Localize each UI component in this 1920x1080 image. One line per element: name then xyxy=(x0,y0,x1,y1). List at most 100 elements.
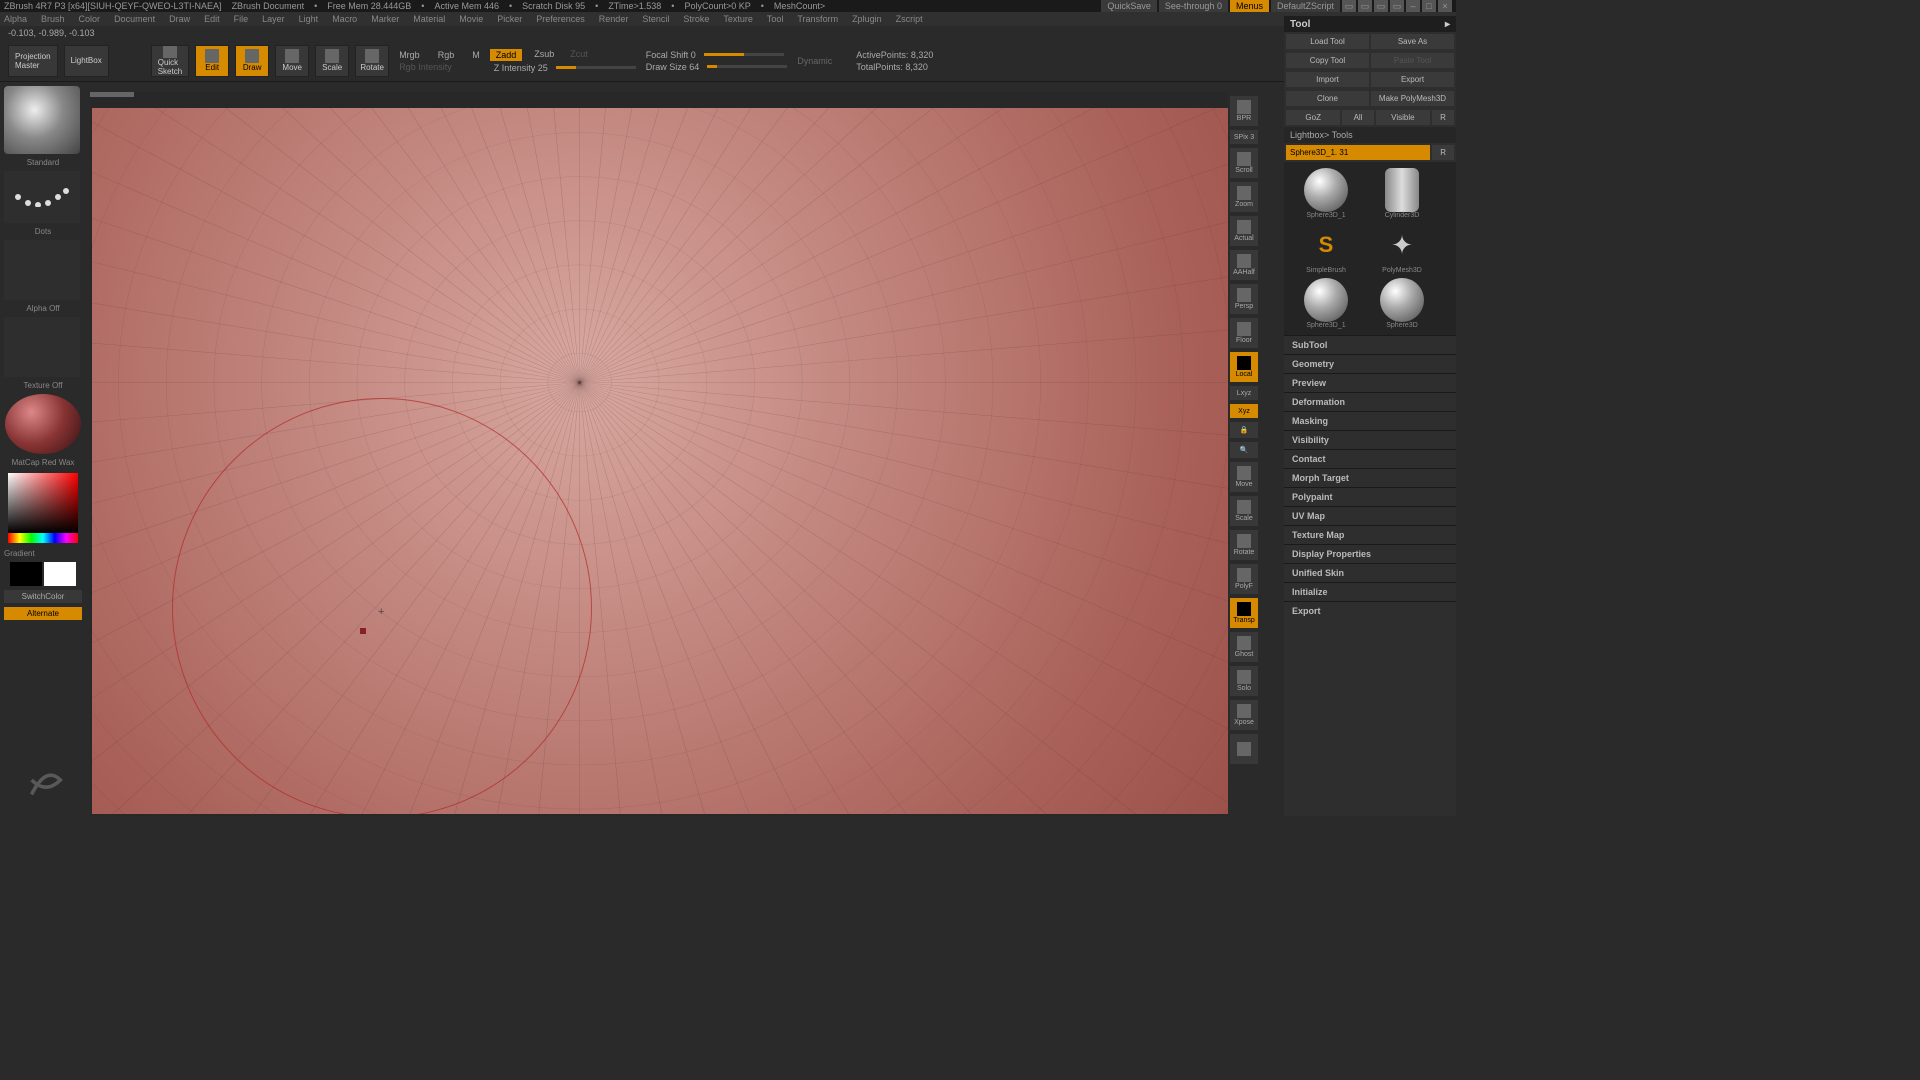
paste-tool-button[interactable]: Paste Tool xyxy=(1371,53,1454,68)
scale-button[interactable]: Scale xyxy=(315,45,349,77)
persp-button[interactable]: Persp xyxy=(1230,284,1258,314)
color-swatch-white[interactable] xyxy=(44,562,76,586)
subsection-initialize[interactable]: Initialize xyxy=(1284,582,1456,601)
close-panel-icon[interactable]: ▸ xyxy=(1445,19,1450,30)
maximize-btn[interactable]: □ xyxy=(1422,0,1436,12)
menu-item[interactable]: Movie xyxy=(459,14,483,24)
menu-item[interactable]: Color xyxy=(79,14,101,24)
focal-shift-slider[interactable]: Focal Shift 0 xyxy=(642,50,700,60)
default-script[interactable]: DefaultZScript xyxy=(1271,0,1340,12)
seethrough-slider[interactable]: See-through 0 xyxy=(1159,0,1228,12)
menu-item[interactable]: Layer xyxy=(262,14,285,24)
subsection-masking[interactable]: Masking xyxy=(1284,411,1456,430)
menu-item[interactable]: Transform xyxy=(797,14,838,24)
xyz-button[interactable]: Xyz xyxy=(1230,404,1258,418)
subsection-visibility[interactable]: Visibility xyxy=(1284,430,1456,449)
tool-item[interactable]: SSimpleBrush xyxy=(1290,223,1362,274)
tool-item[interactable]: Sphere3D_1 xyxy=(1290,168,1362,219)
export-button[interactable]: Export xyxy=(1371,72,1454,87)
subsection-uv-map[interactable]: UV Map xyxy=(1284,506,1456,525)
dynamic-toggle[interactable]: Dynamic xyxy=(793,56,836,66)
canvas-scroll-bar[interactable] xyxy=(90,92,134,97)
material-selector[interactable] xyxy=(5,394,81,454)
clone-button[interactable]: Clone xyxy=(1286,91,1369,106)
subsection-preview[interactable]: Preview xyxy=(1284,373,1456,392)
copy-tool-button[interactable]: Copy Tool xyxy=(1286,53,1369,68)
zcut-toggle[interactable]: Zcut xyxy=(566,49,592,61)
aahalf-button[interactable]: AAHalf xyxy=(1230,250,1258,280)
texture-selector[interactable] xyxy=(4,317,80,377)
z-intensity-track[interactable] xyxy=(556,66,636,69)
subsection-display-properties[interactable]: Display Properties xyxy=(1284,544,1456,563)
rotate-button[interactable]: Rotate xyxy=(355,45,389,77)
zadd-toggle[interactable]: Zadd xyxy=(490,49,523,61)
menu-item[interactable]: Brush xyxy=(41,14,65,24)
menu-item[interactable]: Tool xyxy=(767,14,784,24)
scale-view-button[interactable]: Rotate xyxy=(1230,530,1258,560)
draw-button[interactable]: Draw xyxy=(235,45,269,77)
window-btn[interactable]: ▭ xyxy=(1358,0,1372,12)
menu-item[interactable]: Picker xyxy=(497,14,522,24)
actual-button[interactable]: Actual xyxy=(1230,216,1258,246)
focal-track[interactable] xyxy=(704,53,784,56)
move-view-button[interactable]: Scale xyxy=(1230,496,1258,526)
edit-button[interactable]: Edit xyxy=(195,45,229,77)
subsection-export[interactable]: Export xyxy=(1284,601,1456,620)
window-btn[interactable]: ▭ xyxy=(1374,0,1388,12)
zsub-toggle[interactable]: Zsub xyxy=(530,49,558,61)
z-intensity-slider[interactable]: Z Intensity 25 xyxy=(490,63,552,73)
menu-item[interactable]: Document xyxy=(114,14,155,24)
rotate-view-button[interactable]: PolyF xyxy=(1230,564,1258,594)
menu-item[interactable]: Render xyxy=(599,14,629,24)
drawsize-track[interactable] xyxy=(707,65,787,68)
minimize-btn[interactable]: – xyxy=(1406,0,1420,12)
viewport[interactable]: + xyxy=(92,108,1258,814)
projection-master-button[interactable]: Projection Master xyxy=(8,45,58,77)
current-tool[interactable]: Sphere3D_1. 31 xyxy=(1286,145,1430,160)
import-button[interactable]: Import xyxy=(1286,72,1369,87)
subsection-unified-skin[interactable]: Unified Skin xyxy=(1284,563,1456,582)
floor-button[interactable]: Floor xyxy=(1230,318,1258,348)
alpha-selector[interactable] xyxy=(4,240,80,300)
menu-item[interactable]: Zplugin xyxy=(852,14,882,24)
xpose-button[interactable] xyxy=(1230,734,1258,764)
make-polymesh-button[interactable]: Make PolyMesh3D xyxy=(1371,91,1454,106)
stroke-selector[interactable] xyxy=(4,171,80,223)
move-button[interactable]: Move xyxy=(275,45,309,77)
tool-item[interactable]: Sphere3D_1 xyxy=(1290,278,1362,329)
color-swatch-black[interactable] xyxy=(10,562,42,586)
menu-item[interactable]: Zscript xyxy=(896,14,923,24)
lock-button[interactable]: 🔒 xyxy=(1230,422,1258,438)
lightbox-button[interactable]: LightBox xyxy=(64,45,109,77)
close-btn[interactable]: × xyxy=(1438,0,1452,12)
menu-item[interactable]: Stencil xyxy=(642,14,669,24)
menu-item[interactable]: File xyxy=(234,14,249,24)
window-btn[interactable]: ▭ xyxy=(1390,0,1404,12)
frame-button[interactable]: Move xyxy=(1230,462,1258,492)
menu-item[interactable]: Alpha xyxy=(4,14,27,24)
zoom-button[interactable]: Zoom xyxy=(1230,182,1258,212)
menu-item[interactable]: Texture xyxy=(723,14,753,24)
subsection-texture-map[interactable]: Texture Map xyxy=(1284,525,1456,544)
tool-item[interactable]: Cylinder3D xyxy=(1366,168,1438,219)
draw-size-slider[interactable]: Draw Size 64 xyxy=(642,62,704,72)
visible-button[interactable]: Visible xyxy=(1376,110,1430,125)
subsection-contact[interactable]: Contact xyxy=(1284,449,1456,468)
menu-item[interactable]: Material xyxy=(413,14,445,24)
subsection-morph-target[interactable]: Morph Target xyxy=(1284,468,1456,487)
quicksketch-button[interactable]: Quick Sketch xyxy=(151,45,189,77)
mrgb-toggle[interactable]: Mrgb xyxy=(395,50,424,60)
lightbox-tools-label[interactable]: Lightbox> Tools xyxy=(1284,127,1456,143)
scroll-button[interactable]: Scroll xyxy=(1230,148,1258,178)
lxyz-button[interactable]: Lxyz xyxy=(1230,386,1258,400)
ghost-button[interactable]: Solo xyxy=(1230,666,1258,696)
rgb-intensity-slider[interactable]: Rgb Intensity xyxy=(395,62,484,72)
transp-button[interactable]: Ghost xyxy=(1230,632,1258,662)
menus-button[interactable]: Menus xyxy=(1230,0,1269,12)
tool-item[interactable]: Sphere3D xyxy=(1366,278,1438,329)
goz-button[interactable]: GoZ xyxy=(1286,110,1340,125)
subsection-polypaint[interactable]: Polypaint xyxy=(1284,487,1456,506)
polyf-button[interactable]: Transp xyxy=(1230,598,1258,628)
subsection-subtool[interactable]: SubTool xyxy=(1284,335,1456,354)
load-tool-button[interactable]: Load Tool xyxy=(1286,34,1369,49)
